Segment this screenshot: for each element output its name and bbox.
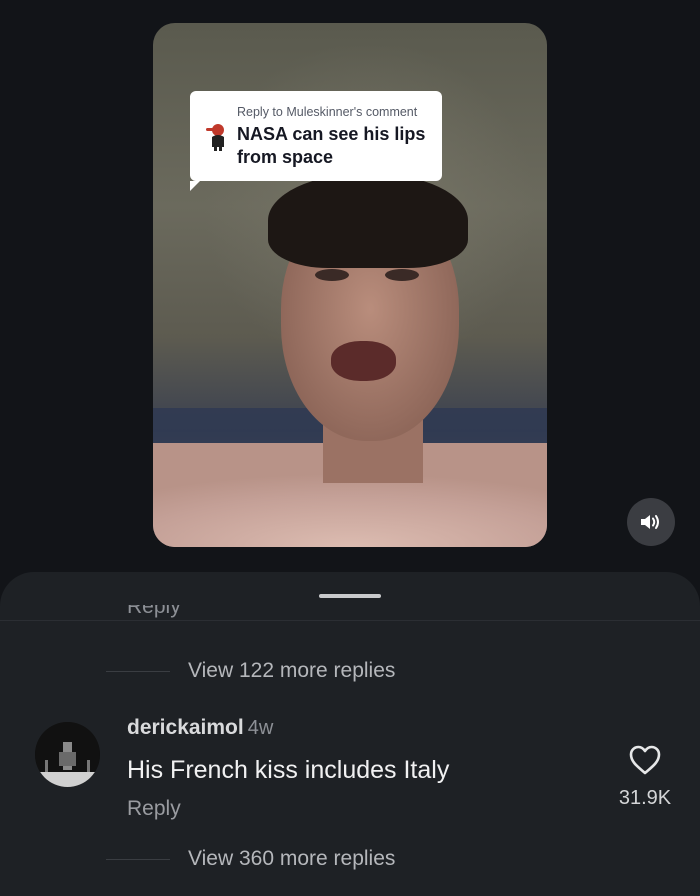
video-mouth [331,341,396,381]
sheet-divider [0,620,700,621]
comment-username[interactable]: derickaimol 4w [127,716,273,740]
comment-time: 4w [247,717,274,739]
like-count: 31.9K [618,787,672,809]
avatar-image [35,722,100,787]
video-hair [268,173,468,268]
reply-meta: Reply to Muleskinner's comment [237,105,418,119]
reply-button[interactable]: Reply [127,797,181,821]
reply-comment-sticker[interactable]: Reply to Muleskinner's comment NASA can … [190,91,442,191]
video-left-eye [315,269,349,281]
video-player[interactable]: Reply to Muleskinner's comment NASA can … [153,23,547,547]
username-text: derickaimol [127,716,244,739]
video-right-eye [385,269,419,281]
view-more-replies-bottom[interactable]: View 360 more replies [106,847,395,871]
speaker-icon [641,515,659,529]
commenter-avatar-icon [206,124,224,151]
sound-toggle-button[interactable] [627,498,675,546]
view-more-label: View 360 more replies [188,847,396,870]
avatar[interactable] [35,722,100,787]
heart-outline-icon[interactable] [628,744,662,776]
cut-off-reply-link[interactable]: Reply [127,605,181,621]
thread-line [106,858,170,860]
sheet-drag-handle[interactable] [319,594,381,598]
view-more-replies-top[interactable]: View 122 more replies [106,659,395,683]
comment-text: His French kiss includes Italy [127,756,450,784]
reply-quoted-comment: NASA can see his lips from space [237,124,426,167]
view-more-label: View 122 more replies [188,659,396,682]
thread-line [106,670,170,672]
